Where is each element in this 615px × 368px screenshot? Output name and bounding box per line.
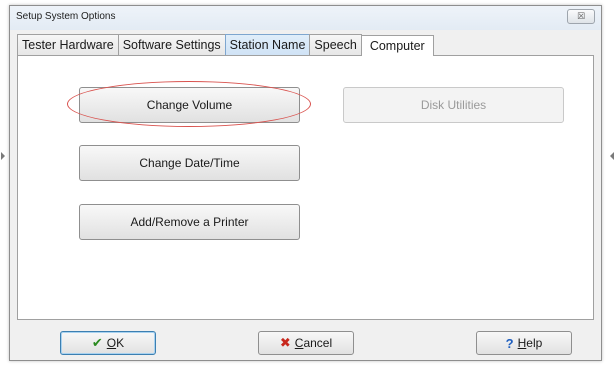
- change-volume-button[interactable]: Change Volume: [79, 87, 300, 123]
- tab-station-name[interactable]: Station Name: [224, 34, 311, 56]
- close-button[interactable]: ☒: [567, 9, 595, 24]
- title-bar: Setup System Options ☒: [10, 6, 601, 30]
- add-remove-printer-button[interactable]: Add/Remove a Printer: [79, 204, 300, 240]
- change-volume-label: Change Volume: [146, 98, 233, 112]
- tab-software-settings[interactable]: Software Settings: [117, 34, 226, 56]
- right-edge-arrow-icon: [610, 152, 614, 160]
- help-label: Help: [517, 336, 543, 350]
- tab-strip: Tester Hardware Software Settings Statio…: [17, 34, 434, 56]
- change-date-time-button[interactable]: Change Date/Time: [79, 145, 300, 181]
- ok-label: OK: [106, 336, 125, 350]
- setup-system-options-dialog: Setup System Options ☒ Tester Hardware S…: [9, 5, 602, 361]
- left-edge-arrow-icon: [1, 152, 5, 160]
- add-remove-printer-label: Add/Remove a Printer: [130, 215, 249, 229]
- ok-button[interactable]: ✔ OK: [60, 331, 156, 355]
- help-icon: ?: [505, 335, 514, 351]
- tab-tester-hardware[interactable]: Tester Hardware: [17, 34, 119, 56]
- window-title: Setup System Options: [16, 11, 116, 22]
- computer-tab-panel: Change Volume Disk Utilities Change Date…: [17, 55, 594, 320]
- change-date-time-label: Change Date/Time: [139, 156, 240, 170]
- help-button[interactable]: ? Help: [476, 331, 572, 355]
- disk-utilities-button: Disk Utilities: [343, 87, 564, 123]
- cancel-label: Cancel: [294, 336, 333, 350]
- close-icon: ☒: [576, 11, 586, 21]
- disk-utilities-label: Disk Utilities: [420, 98, 487, 112]
- x-icon: ✖: [279, 335, 291, 350]
- cancel-button[interactable]: ✖ Cancel: [258, 331, 354, 355]
- tab-computer[interactable]: Computer: [360, 35, 434, 56]
- checkmark-icon: ✔: [91, 335, 103, 350]
- tab-speech[interactable]: Speech: [309, 34, 362, 56]
